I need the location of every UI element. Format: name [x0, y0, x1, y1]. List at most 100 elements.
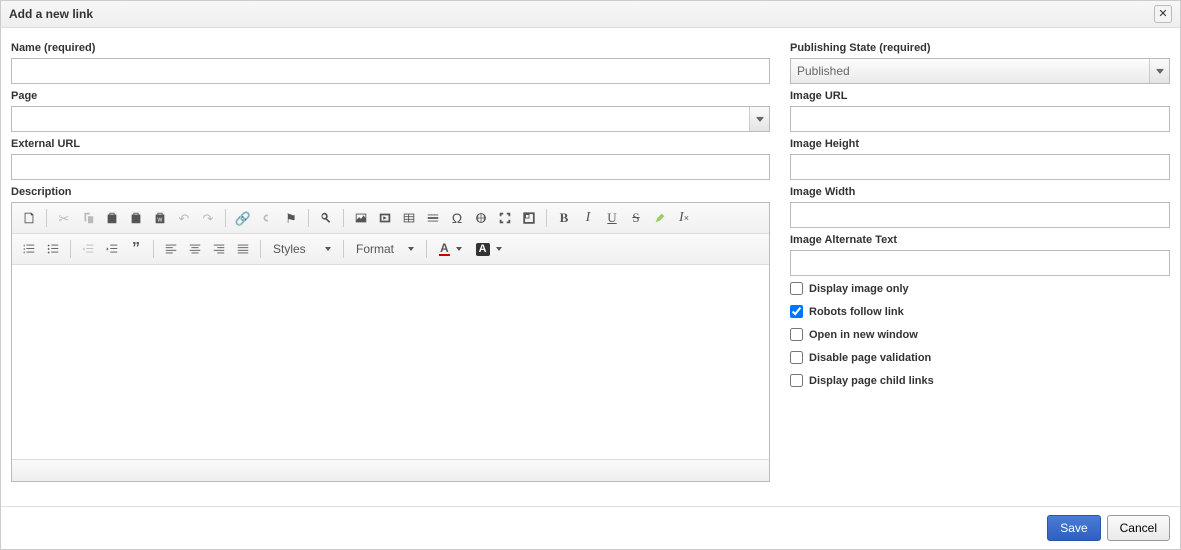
publishing-state-value[interactable]	[790, 58, 1170, 84]
find-icon[interactable]	[315, 207, 337, 229]
separator	[46, 209, 47, 227]
external-url-input[interactable]	[11, 154, 770, 180]
link-icon[interactable]: 🔗	[232, 207, 254, 229]
page-select[interactable]	[11, 106, 770, 132]
separator	[546, 209, 547, 227]
disable-page-validation-checkbox[interactable]	[790, 351, 803, 364]
image-width-input[interactable]	[790, 202, 1170, 228]
publishing-state-button[interactable]	[1149, 59, 1169, 83]
underline-icon[interactable]: U	[601, 207, 623, 229]
specialchar-icon[interactable]: Ω	[446, 207, 468, 229]
paste-icon[interactable]	[101, 207, 123, 229]
bulleted-list-icon[interactable]	[42, 238, 64, 260]
align-left-icon[interactable]	[160, 238, 182, 260]
save-button[interactable]: Save	[1047, 515, 1100, 541]
redo-icon[interactable]: ↷	[197, 207, 219, 229]
align-justify-icon[interactable]	[232, 238, 254, 260]
separator	[343, 240, 344, 258]
outdent-icon[interactable]	[77, 238, 99, 260]
flash-icon[interactable]	[374, 207, 396, 229]
copy-icon[interactable]	[77, 207, 99, 229]
text-color-dropdown[interactable]: A	[433, 238, 468, 260]
maximize-icon[interactable]	[494, 207, 516, 229]
cancel-button[interactable]: Cancel	[1107, 515, 1170, 541]
format-dropdown[interactable]: Format	[350, 238, 420, 260]
unlink-icon[interactable]	[256, 207, 278, 229]
chevron-down-icon	[408, 247, 414, 251]
display-image-only-row: Display image only	[790, 282, 1170, 295]
hr-icon[interactable]	[422, 207, 444, 229]
image-url-label: Image URL	[790, 90, 1170, 102]
robots-follow-checkbox[interactable]	[790, 305, 803, 318]
blockquote-icon[interactable]: ”	[125, 238, 147, 260]
paste-text-icon[interactable]	[125, 207, 147, 229]
description-label: Description	[11, 186, 770, 198]
external-url-label: External URL	[11, 138, 770, 150]
image-height-label: Image Height	[790, 138, 1170, 150]
image-height-input[interactable]	[790, 154, 1170, 180]
editor-body[interactable]	[12, 265, 769, 459]
paste-word-icon[interactable]: W	[149, 207, 171, 229]
chevron-down-icon	[325, 247, 331, 251]
open-new-window-row: Open in new window	[790, 328, 1170, 341]
separator	[225, 209, 226, 227]
chevron-down-icon	[1156, 69, 1164, 74]
image-icon[interactable]	[350, 207, 372, 229]
open-new-window-checkbox[interactable]	[790, 328, 803, 341]
separator	[308, 209, 309, 227]
editor-toolbar-row1: ✂ W ↶ ↷ 🔗 ⚑	[12, 203, 769, 234]
align-center-icon[interactable]	[184, 238, 206, 260]
display-child-links-label: Display page child links	[809, 375, 934, 387]
text-color-icon: A	[439, 242, 450, 256]
dialog-footer: Save Cancel	[1, 506, 1180, 549]
bg-color-dropdown[interactable]: A	[470, 238, 508, 260]
disable-page-validation-row: Disable page validation	[790, 351, 1170, 364]
highlight-icon[interactable]	[649, 207, 671, 229]
separator	[260, 240, 261, 258]
page-label: Page	[11, 90, 770, 102]
publishing-state-select[interactable]	[790, 58, 1170, 84]
removeformat-icon[interactable]: I×	[673, 207, 695, 229]
image-alt-label: Image Alternate Text	[790, 234, 1170, 246]
separator	[343, 209, 344, 227]
name-input[interactable]	[11, 58, 770, 84]
page-select-button[interactable]	[749, 107, 769, 131]
styles-dropdown-label: Styles	[273, 242, 306, 256]
numbered-list-icon[interactable]	[18, 238, 40, 260]
align-right-icon[interactable]	[208, 238, 230, 260]
close-button[interactable]: ✕	[1154, 5, 1172, 23]
close-icon: ✕	[1158, 9, 1167, 20]
dialog-title: Add a new link	[9, 7, 93, 21]
separator	[426, 240, 427, 258]
image-width-label: Image Width	[790, 186, 1170, 198]
publishing-state-label: Publishing State (required)	[790, 42, 1170, 54]
description-editor: ✂ W ↶ ↷ 🔗 ⚑	[11, 202, 770, 482]
cut-icon[interactable]: ✂	[53, 207, 75, 229]
content: Name (required) Page External URL Descri…	[1, 28, 1180, 506]
image-url-input[interactable]	[790, 106, 1170, 132]
source-icon[interactable]	[18, 207, 40, 229]
undo-icon[interactable]: ↶	[173, 207, 195, 229]
table-icon[interactable]	[398, 207, 420, 229]
iframe-icon[interactable]	[470, 207, 492, 229]
name-label: Name (required)	[11, 42, 770, 54]
indent-icon[interactable]	[101, 238, 123, 260]
anchor-icon[interactable]: ⚑	[280, 207, 302, 229]
strike-icon[interactable]: S	[625, 207, 647, 229]
display-image-only-checkbox[interactable]	[790, 282, 803, 295]
image-alt-input[interactable]	[790, 250, 1170, 276]
italic-icon[interactable]: I	[577, 207, 599, 229]
format-dropdown-label: Format	[356, 242, 394, 256]
editor-toolbar-row2: ” Styles Format A A	[12, 234, 769, 265]
styles-dropdown[interactable]: Styles	[267, 238, 337, 260]
page-select-input[interactable]	[11, 106, 770, 132]
bold-icon[interactable]: B	[553, 207, 575, 229]
showblocks-icon[interactable]	[518, 207, 540, 229]
editor-footer	[12, 459, 769, 481]
display-child-links-checkbox[interactable]	[790, 374, 803, 387]
separator	[70, 240, 71, 258]
display-child-links-row: Display page child links	[790, 374, 1170, 387]
right-column: Publishing State (required) Image URL Im…	[790, 36, 1170, 502]
bg-color-icon: A	[476, 243, 490, 256]
left-column: Name (required) Page External URL Descri…	[11, 36, 770, 502]
